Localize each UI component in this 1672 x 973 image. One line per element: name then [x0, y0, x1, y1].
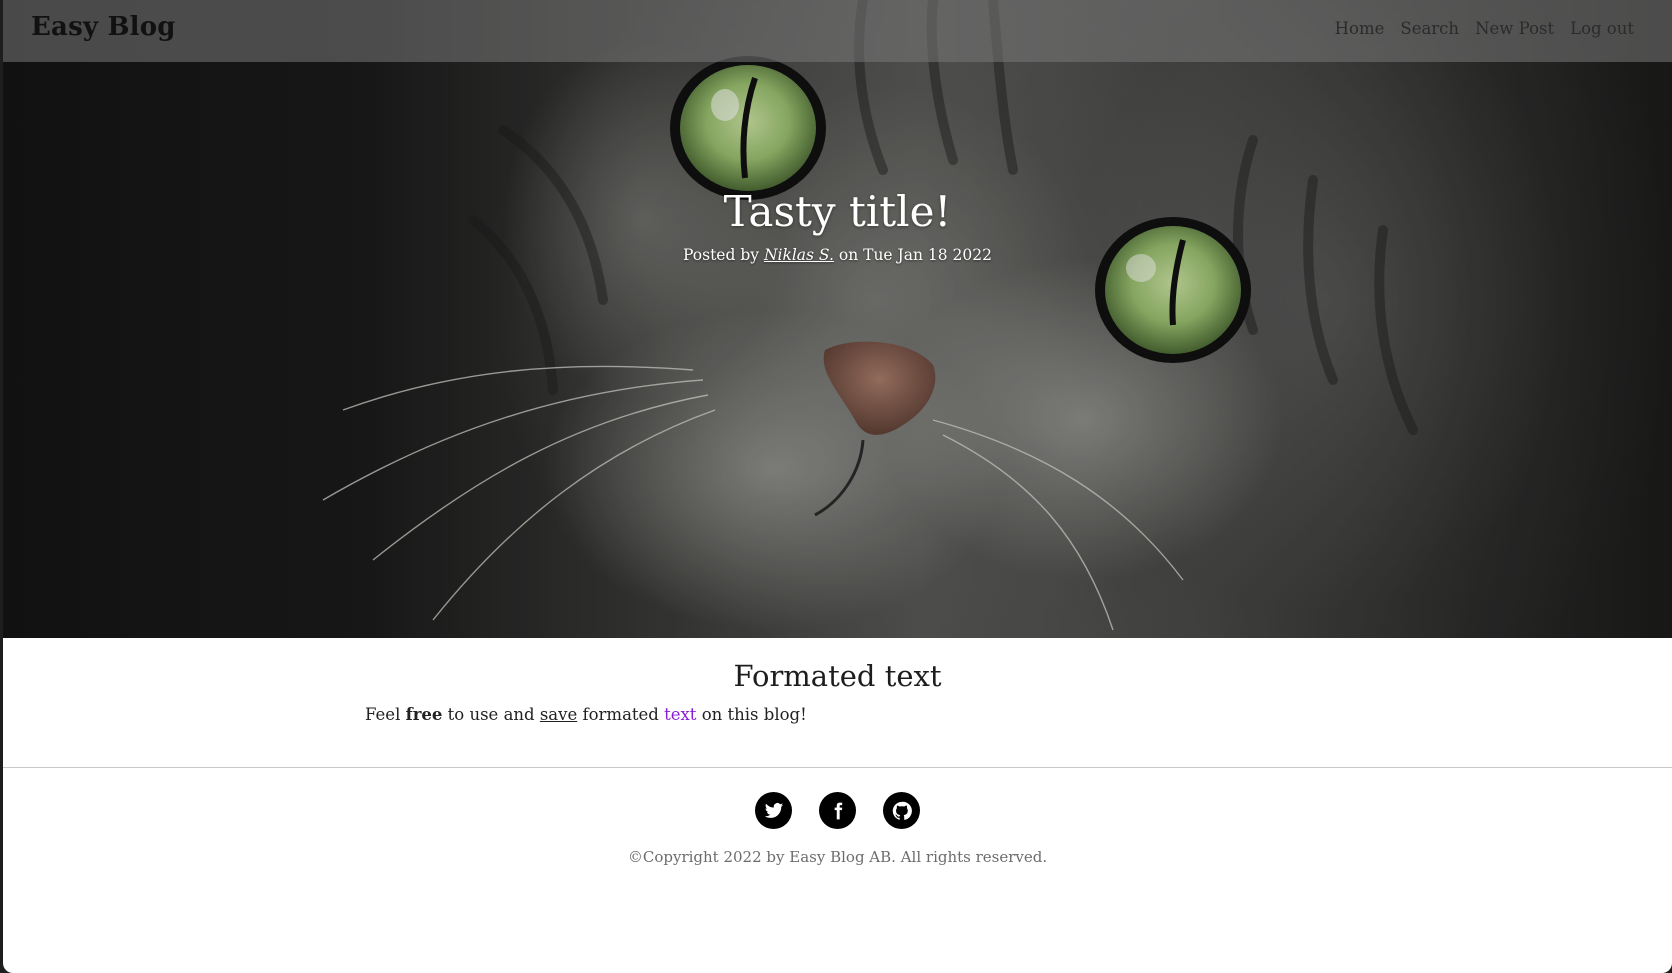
- post-title: Tasty title!: [723, 187, 952, 236]
- hero-overlay: [3, 0, 1672, 638]
- facebook-icon: [834, 802, 842, 819]
- twitter-icon: [764, 802, 783, 818]
- social-links: [3, 792, 1672, 829]
- post-heading: Tasty title! Posted by Niklas S. on Tue …: [3, 184, 1672, 266]
- github-icon: [892, 801, 912, 820]
- body-underlined-text: save: [539, 705, 578, 724]
- twitter-link[interactable]: [755, 792, 792, 829]
- facebook-link[interactable]: [819, 792, 856, 829]
- hero-header: Easy Blog Home Search New Post Log out T…: [3, 0, 1672, 638]
- post-meta-prefix: Posted by: [682, 246, 764, 264]
- nav-link-new-post[interactable]: New Post: [1475, 19, 1554, 38]
- post-date: on Tue Jan 18 2022: [833, 246, 992, 264]
- brand-logo-link[interactable]: Easy Blog: [31, 12, 176, 42]
- content-heading: Formated text: [733, 659, 942, 693]
- body-bold-text: free: [405, 705, 443, 724]
- nav-links: Home Search New Post Log out: [1335, 19, 1634, 38]
- author-link[interactable]: Niklas S.: [764, 246, 834, 264]
- footer-divider: [3, 767, 1672, 768]
- body-colored-text: text: [664, 705, 697, 724]
- post-meta: Posted by Niklas S. on Tue Jan 18 2022: [3, 244, 1672, 266]
- github-link[interactable]: [883, 792, 920, 829]
- nav-link-log-out[interactable]: Log out: [1570, 19, 1634, 38]
- nav-link-search[interactable]: Search: [1400, 19, 1459, 38]
- body-text-2: to use and: [442, 705, 540, 724]
- content-paragraph: Feel free to use and save formated text …: [365, 702, 807, 728]
- nav-link-home[interactable]: Home: [1335, 19, 1385, 38]
- browser-page: Easy Blog Home Search New Post Log out T…: [3, 0, 1672, 973]
- copyright-text: ©Copyright 2022 by Easy Blog AB. All rig…: [627, 848, 1048, 866]
- navbar: Easy Blog Home Search New Post Log out: [3, 0, 1672, 62]
- body-text-1: Feel: [365, 705, 406, 724]
- body-text-3: formated: [577, 705, 665, 724]
- body-text-4: on this blog!: [696, 705, 807, 724]
